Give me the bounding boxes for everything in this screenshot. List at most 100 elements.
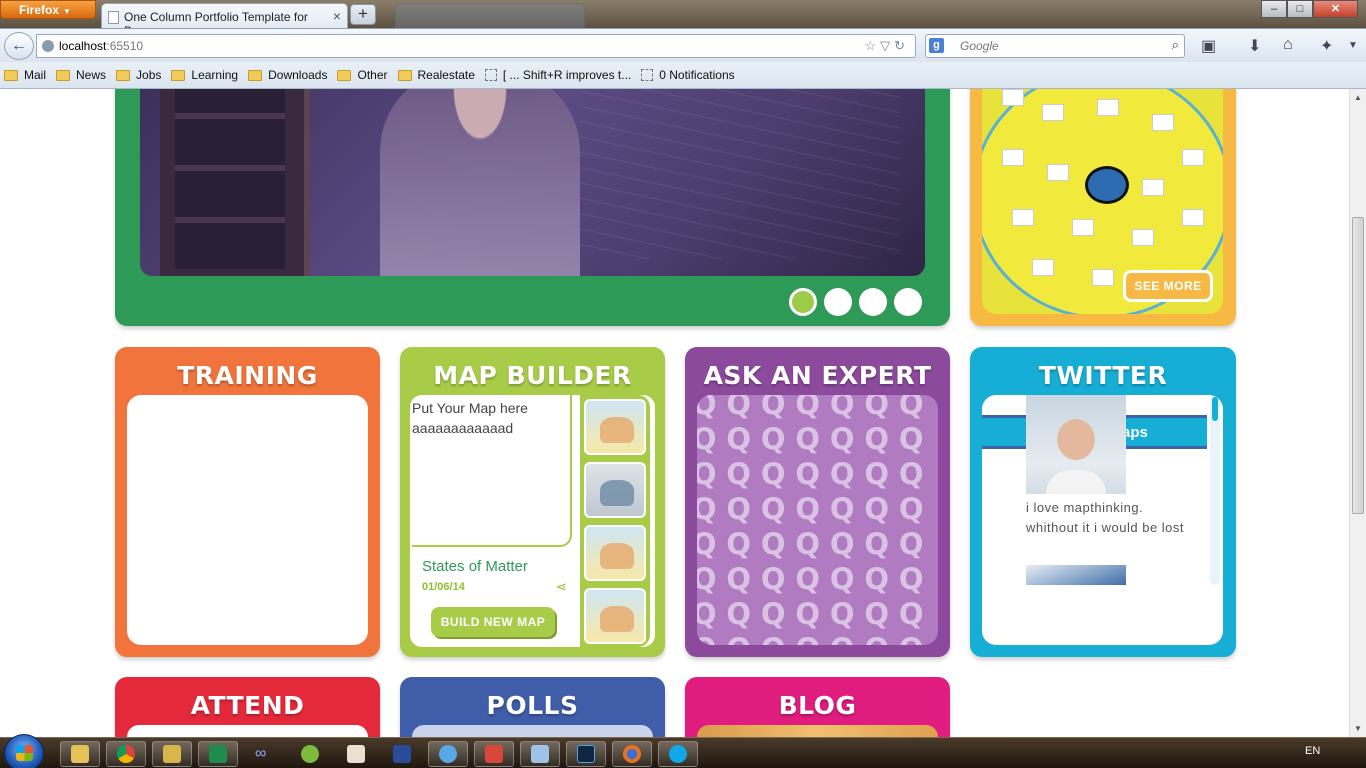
bubble-taskbar-icon[interactable]	[428, 741, 468, 767]
ask-expert-content[interactable]: QQQQQQQQQQQQQQQQQQQQQQQQQQQQQQQQQQQQQQQQ…	[697, 395, 938, 645]
minimize-button[interactable]: –	[1261, 0, 1287, 18]
start-button[interactable]	[4, 734, 44, 768]
url-host: localhost	[59, 39, 107, 53]
firefox-taskbar-icon[interactable]	[612, 741, 652, 767]
infinity-icon: ∞	[255, 745, 267, 762]
gallery-card: SEE MORE	[970, 89, 1236, 326]
language-indicator[interactable]: EN	[1305, 745, 1320, 757]
bookmark-label: Other	[357, 68, 388, 82]
note-graphic	[1142, 179, 1164, 196]
q-pattern-glyph: Q	[791, 632, 826, 645]
close-tab-icon[interactable]: ×	[333, 8, 341, 24]
notes-taskbar-icon[interactable]	[336, 741, 376, 767]
bookmark-label: [ ... Shift+R improves t...	[502, 68, 632, 82]
skype-icon	[669, 745, 687, 763]
share-icon[interactable]: ⋖	[556, 579, 570, 594]
q-pattern-glyph: Q	[864, 492, 890, 526]
gallery-image[interactable]: SEE MORE	[982, 89, 1223, 314]
student-graphic	[380, 89, 580, 276]
search-placeholder: Google	[960, 39, 999, 53]
map-builder-title: MAP BUILDER	[433, 361, 632, 390]
map-thumbnail[interactable]	[584, 462, 646, 518]
q-pattern-glyph: Q	[795, 527, 821, 561]
explorer-taskbar-icon[interactable]	[60, 741, 100, 767]
q-pattern-glyph: Q	[898, 492, 924, 526]
weather-taskbar-icon[interactable]	[382, 741, 422, 767]
tweet-image[interactable]	[1026, 565, 1126, 585]
folder-icon	[337, 69, 352, 81]
door-graphic	[160, 89, 310, 276]
bookmark-other[interactable]: Other	[337, 68, 388, 82]
twitter-scrollbar[interactable]	[1210, 395, 1220, 585]
infinity-taskbar-icon[interactable]: ∞	[244, 741, 284, 767]
bookmark-news[interactable]: News	[56, 68, 106, 82]
tab-active[interactable]: One Column Portfolio Template for Boo...…	[101, 3, 348, 38]
new-tab-button[interactable]: +	[350, 4, 376, 25]
window-taskbar-icon[interactable]	[520, 741, 560, 767]
build-new-map-button[interactable]: BUILD NEW MAP	[431, 607, 555, 637]
google-g-icon[interactable]: g	[929, 38, 944, 53]
download-icon[interactable]: ⬇	[1248, 36, 1261, 56]
photoshop-taskbar-icon[interactable]	[566, 741, 606, 767]
see-more-button[interactable]: SEE MORE	[1123, 270, 1213, 302]
home-icon[interactable]: ⌂	[1283, 36, 1293, 54]
close-window-button[interactable]: ✕	[1313, 0, 1358, 18]
q-pattern-glyph: Q	[760, 562, 786, 596]
menu-chevron-icon[interactable]: ▼	[1348, 40, 1358, 51]
firefox-menu-button[interactable]: Firefox ▼	[0, 0, 96, 19]
bookmark-shift-r[interactable]: [ ... Shift+R improves t...	[484, 68, 632, 82]
blog-image[interactable]	[697, 725, 938, 737]
bookmark-star-icon[interactable]: ☆▽↻	[864, 38, 909, 54]
address-bar[interactable]: localhost:65510 ☆▽↻	[36, 34, 916, 58]
back-button[interactable]: ←	[4, 32, 34, 60]
map-thumbnail[interactable]	[584, 399, 646, 455]
weather-icon	[393, 745, 411, 763]
map-placeholder-text: Put Your Map here	[412, 400, 528, 416]
twitter-scroll-thumb[interactable]	[1212, 397, 1218, 421]
search-input[interactable]: g Google ⌕	[925, 34, 1185, 58]
search-icon[interactable]: ⌕	[1172, 37, 1179, 53]
bookmark-mail[interactable]: Mail	[4, 68, 46, 82]
slider-dot-2[interactable]	[824, 288, 852, 316]
slider-dot-1[interactable]	[789, 288, 817, 316]
slider-dot-4[interactable]	[894, 288, 922, 316]
q-pattern-glyph: Q	[864, 457, 890, 491]
gmail-taskbar-icon[interactable]	[474, 741, 514, 767]
addon-icon[interactable]: ✦	[1320, 36, 1333, 56]
scroll-up-icon[interactable]: ▲	[1354, 93, 1362, 102]
bookmark-realestate[interactable]: Realestate	[397, 68, 475, 82]
maximize-button[interactable]: □	[1287, 0, 1313, 18]
map-date: 01/06/14	[422, 581, 465, 593]
q-pattern-glyph: Q	[795, 597, 821, 631]
bookmark-downloads[interactable]: Downloads	[248, 68, 327, 82]
tool-taskbar-icon[interactable]	[152, 741, 192, 767]
tab-background[interactable]	[395, 3, 585, 28]
map-thumbnail[interactable]	[584, 588, 646, 644]
scroll-down-icon[interactable]: ▼	[1354, 724, 1362, 733]
bookmark-jobs[interactable]: Jobs	[116, 68, 161, 82]
note-graphic	[1152, 114, 1174, 131]
browser-alt-taskbar-icon[interactable]	[290, 741, 330, 767]
bookmarks-menu-icon[interactable]: ▣	[1201, 36, 1216, 56]
map-canvas[interactable]: Put Your Map here aaaaaaaaaaaad	[412, 395, 572, 547]
page-scrollbar[interactable]: ▲ ▼	[1349, 89, 1366, 737]
q-pattern-glyph: Q	[864, 527, 890, 561]
map-thumbnail[interactable]	[584, 525, 646, 581]
avatar[interactable]	[1026, 395, 1126, 494]
page-scroll-thumb[interactable]	[1352, 217, 1364, 514]
q-pattern-glyph: Q	[726, 395, 752, 421]
hero-slide-image[interactable]	[140, 89, 925, 276]
q-pattern-glyph: Q	[898, 422, 924, 456]
center-badge-graphic	[1085, 166, 1129, 204]
chrome-taskbar-icon[interactable]	[106, 741, 146, 767]
window-icon	[531, 745, 549, 763]
skype-taskbar-icon[interactable]	[658, 741, 698, 767]
bookmark-learning[interactable]: Learning	[171, 68, 238, 82]
bookmark-notifications[interactable]: 0 Notifications	[641, 68, 735, 82]
excel-taskbar-icon[interactable]	[198, 741, 238, 767]
slider-dot-3[interactable]	[859, 288, 887, 316]
q-pattern-glyph: Q	[829, 422, 855, 456]
q-pattern-glyph: Q	[726, 527, 752, 561]
q-pattern-glyph: Q	[722, 632, 757, 645]
map-title[interactable]: States of Matter	[422, 558, 528, 575]
